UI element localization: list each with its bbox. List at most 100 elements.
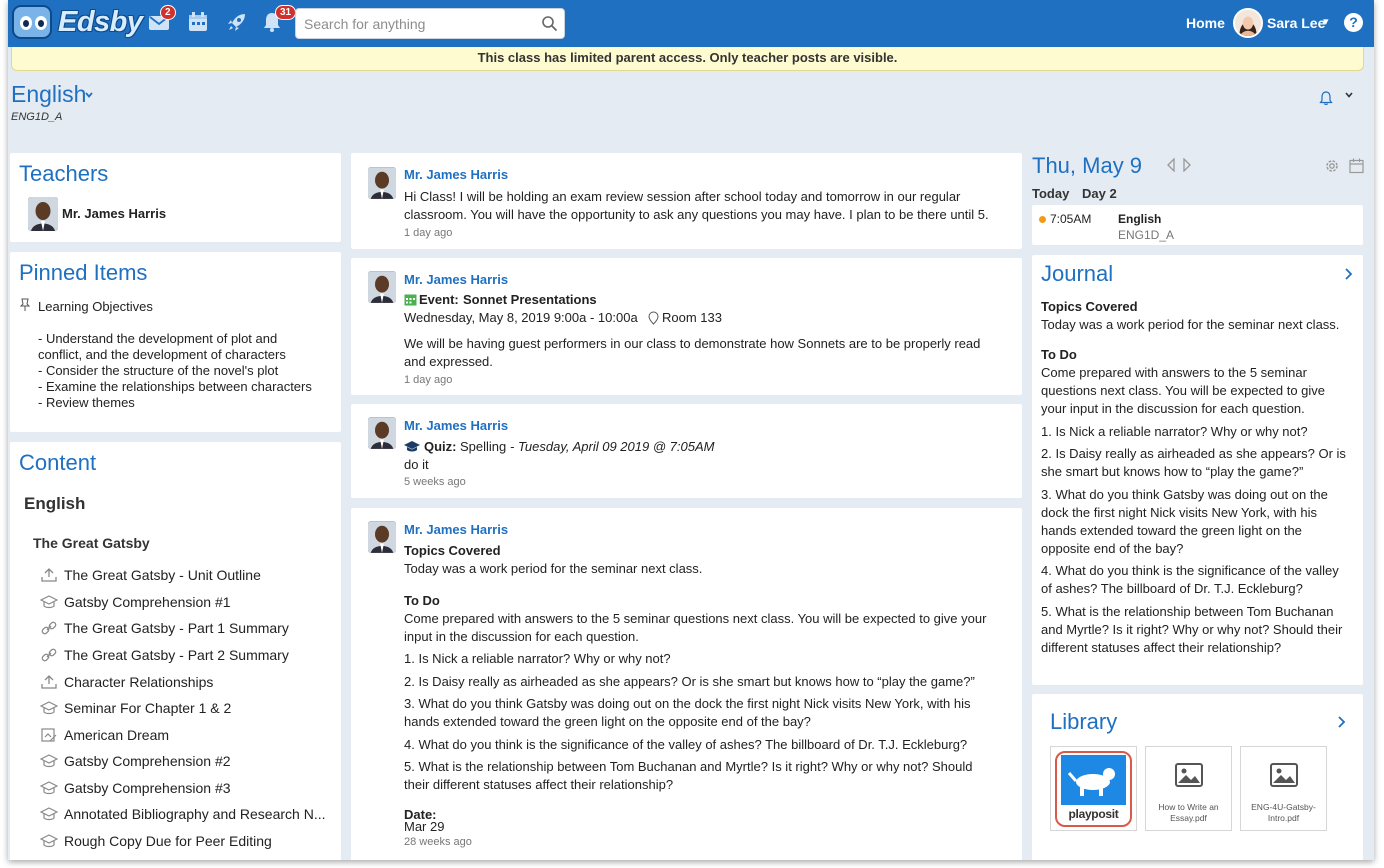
messages-badge: 2: [160, 5, 176, 20]
post-text: Come prepared with answers to the 5 semi…: [404, 611, 987, 626]
image-icon: [1270, 763, 1298, 787]
gear-icon[interactable]: [1324, 158, 1340, 174]
file-caption: Intro.pdf: [1267, 813, 1300, 823]
search-box: [295, 8, 565, 39]
content-item[interactable]: Gatsby Comprehension #3: [40, 777, 340, 799]
quiz-label: Quiz:: [424, 439, 457, 454]
library-tile-playposit[interactable]: playposit: [1050, 746, 1137, 831]
chevron-down-icon[interactable]: [84, 90, 94, 100]
content-item[interactable]: Character Relationships: [40, 671, 340, 693]
quiz-due: - Tuesday, April 09 2019 @ 7:05AM: [510, 439, 715, 454]
event-calendar-icon: [404, 294, 417, 306]
chevron-down-icon[interactable]: ▾: [1323, 15, 1329, 28]
search-icon[interactable]: [541, 15, 558, 32]
post-author[interactable]: Mr. James Harris: [404, 418, 508, 433]
journal-text: questions next class. You will be expect…: [1041, 383, 1326, 398]
journal-question: dock the first night Nick visits New Yor…: [1041, 505, 1317, 520]
class-notifications-bell-icon[interactable]: [1318, 90, 1334, 106]
playposit-logo-icon: [1061, 755, 1126, 805]
event-time: 7:05AM: [1050, 212, 1092, 226]
library-title[interactable]: Library: [1050, 709, 1117, 735]
content-item[interactable]: Gatsby Comprehension #1: [40, 591, 340, 613]
content-item[interactable]: Seminar For Chapter 1 & 2: [40, 697, 340, 719]
quiz-title[interactable]: Spelling: [460, 438, 506, 456]
content-title: Content: [19, 450, 97, 475]
journal-title[interactable]: Journal: [1041, 261, 1113, 287]
home-link[interactable]: Home: [1186, 15, 1225, 31]
content-item[interactable]: The Great Gatsby - Part 1 Summary: [40, 617, 340, 639]
journal-question: different statuses affect their relation…: [1041, 640, 1282, 655]
graduation-cap-icon: [40, 595, 58, 609]
pinned-line: - Examine the relationships between char…: [38, 379, 312, 394]
launch-button[interactable]: [226, 11, 250, 35]
chevron-right-icon[interactable]: [1344, 267, 1353, 281]
author-avatar[interactable]: [368, 521, 396, 553]
calendar-button[interactable]: [188, 11, 212, 35]
graduation-cap-icon: [40, 754, 58, 768]
content-panel: Content English The Great Gatsby The Gre…: [10, 442, 341, 860]
library-tile-file[interactable]: How to Write an Essay.pdf: [1145, 746, 1232, 831]
author-avatar[interactable]: [368, 167, 396, 199]
post-author[interactable]: Mr. James Harris: [404, 522, 508, 537]
location-pin-icon: [648, 311, 659, 325]
library-tile-file[interactable]: ENG-4U-Gatsby- Intro.pdf: [1240, 746, 1327, 831]
pinned-line: conflict, and the development of charact…: [38, 347, 286, 362]
pinned-item-title[interactable]: Learning Objectives: [38, 299, 153, 314]
post-text: input in the discussion for each questio…: [404, 629, 639, 644]
file-caption: How to Write an: [1158, 802, 1219, 812]
calendar-day-label: Day 2: [1082, 186, 1117, 201]
calendar-today-label[interactable]: Today: [1032, 186, 1069, 201]
author-avatar[interactable]: [368, 271, 396, 303]
journal-question: hands extended toward the green light on…: [1041, 523, 1302, 538]
post-author[interactable]: Mr. James Harris: [404, 167, 508, 182]
journal-question: of ashes? The billboard of Dr. T.J. Eckl…: [1041, 581, 1303, 596]
post-date-value: Mar 29: [404, 819, 445, 834]
content-unit[interactable]: The Great Gatsby: [33, 535, 150, 551]
link-icon: [41, 621, 57, 635]
post-timestamp: 1 day ago: [404, 227, 453, 239]
playposit-caption: playposit: [1068, 807, 1119, 821]
post-text: Hi Class! I will be holding an exam revi…: [404, 189, 961, 204]
messages-button[interactable]: 2: [148, 5, 176, 35]
author-avatar[interactable]: [368, 417, 396, 449]
chevron-right-icon[interactable]: [1337, 715, 1346, 729]
class-title[interactable]: English: [11, 81, 86, 108]
post-question: 1. Is Nick a reliable narrator? Why or w…: [404, 651, 671, 666]
chevron-left-icon[interactable]: [1166, 158, 1176, 172]
app-window: Edsby 2 31 Home Sara Lee ▾ ? This class …: [8, 0, 1374, 860]
user-name[interactable]: Sara Lee: [1267, 15, 1325, 31]
edsby-logo[interactable]: Edsby: [12, 4, 143, 42]
post-text: and expressed.: [404, 354, 493, 369]
content-item[interactable]: Rough Copy Due for Peer Editing: [40, 830, 340, 852]
assignment-icon: [41, 728, 57, 742]
feed-post: Mr. James Harris Hi Class! I will be hol…: [351, 153, 1022, 249]
content-item[interactable]: Gatsby Comprehension #2: [40, 750, 340, 772]
notifications-badge: 31: [275, 5, 297, 20]
top-bar: Edsby 2 31 Home Sara Lee ▾ ?: [8, 0, 1374, 47]
help-icon[interactable]: ?: [1344, 13, 1363, 32]
teacher-avatar[interactable]: [28, 197, 58, 231]
chevron-down-icon[interactable]: [1344, 90, 1354, 100]
content-item[interactable]: American Dream: [40, 724, 340, 746]
feed-post-journal: Mr. James Harris Topics Covered Today wa…: [351, 508, 1022, 860]
search-input[interactable]: [296, 9, 536, 38]
content-item[interactable]: The Great Gatsby - Unit Outline: [40, 564, 340, 586]
chevron-right-icon[interactable]: [1182, 158, 1192, 172]
pinned-title: Pinned Items: [19, 260, 148, 285]
journal-text: Come prepared with answers to the 5 semi…: [1041, 365, 1307, 380]
event-title[interactable]: Sonnet Presentations: [463, 291, 597, 309]
post-question: 5. What is the relationship between Tom …: [404, 759, 973, 774]
post-author[interactable]: Mr. James Harris: [404, 272, 508, 287]
user-avatar[interactable]: [1233, 8, 1263, 38]
notifications-button[interactable]: 31: [262, 5, 297, 35]
content-course[interactable]: English: [24, 494, 85, 514]
post-text: We will be having guest performers in ou…: [404, 336, 981, 351]
content-item[interactable]: The Great Gatsby - Part 2 Summary: [40, 644, 340, 666]
pin-icon: [19, 298, 31, 311]
calendar-icon[interactable]: [1349, 158, 1364, 174]
event-label: Event:: [419, 292, 459, 307]
teacher-name[interactable]: Mr. James Harris: [62, 206, 166, 221]
content-item[interactable]: Annotated Bibliography and Research N...: [40, 803, 340, 825]
post-text: classroom. You will have the opportunity…: [404, 207, 989, 222]
calendar-event[interactable]: 7:05AM English ENG1D_A: [1032, 205, 1363, 245]
